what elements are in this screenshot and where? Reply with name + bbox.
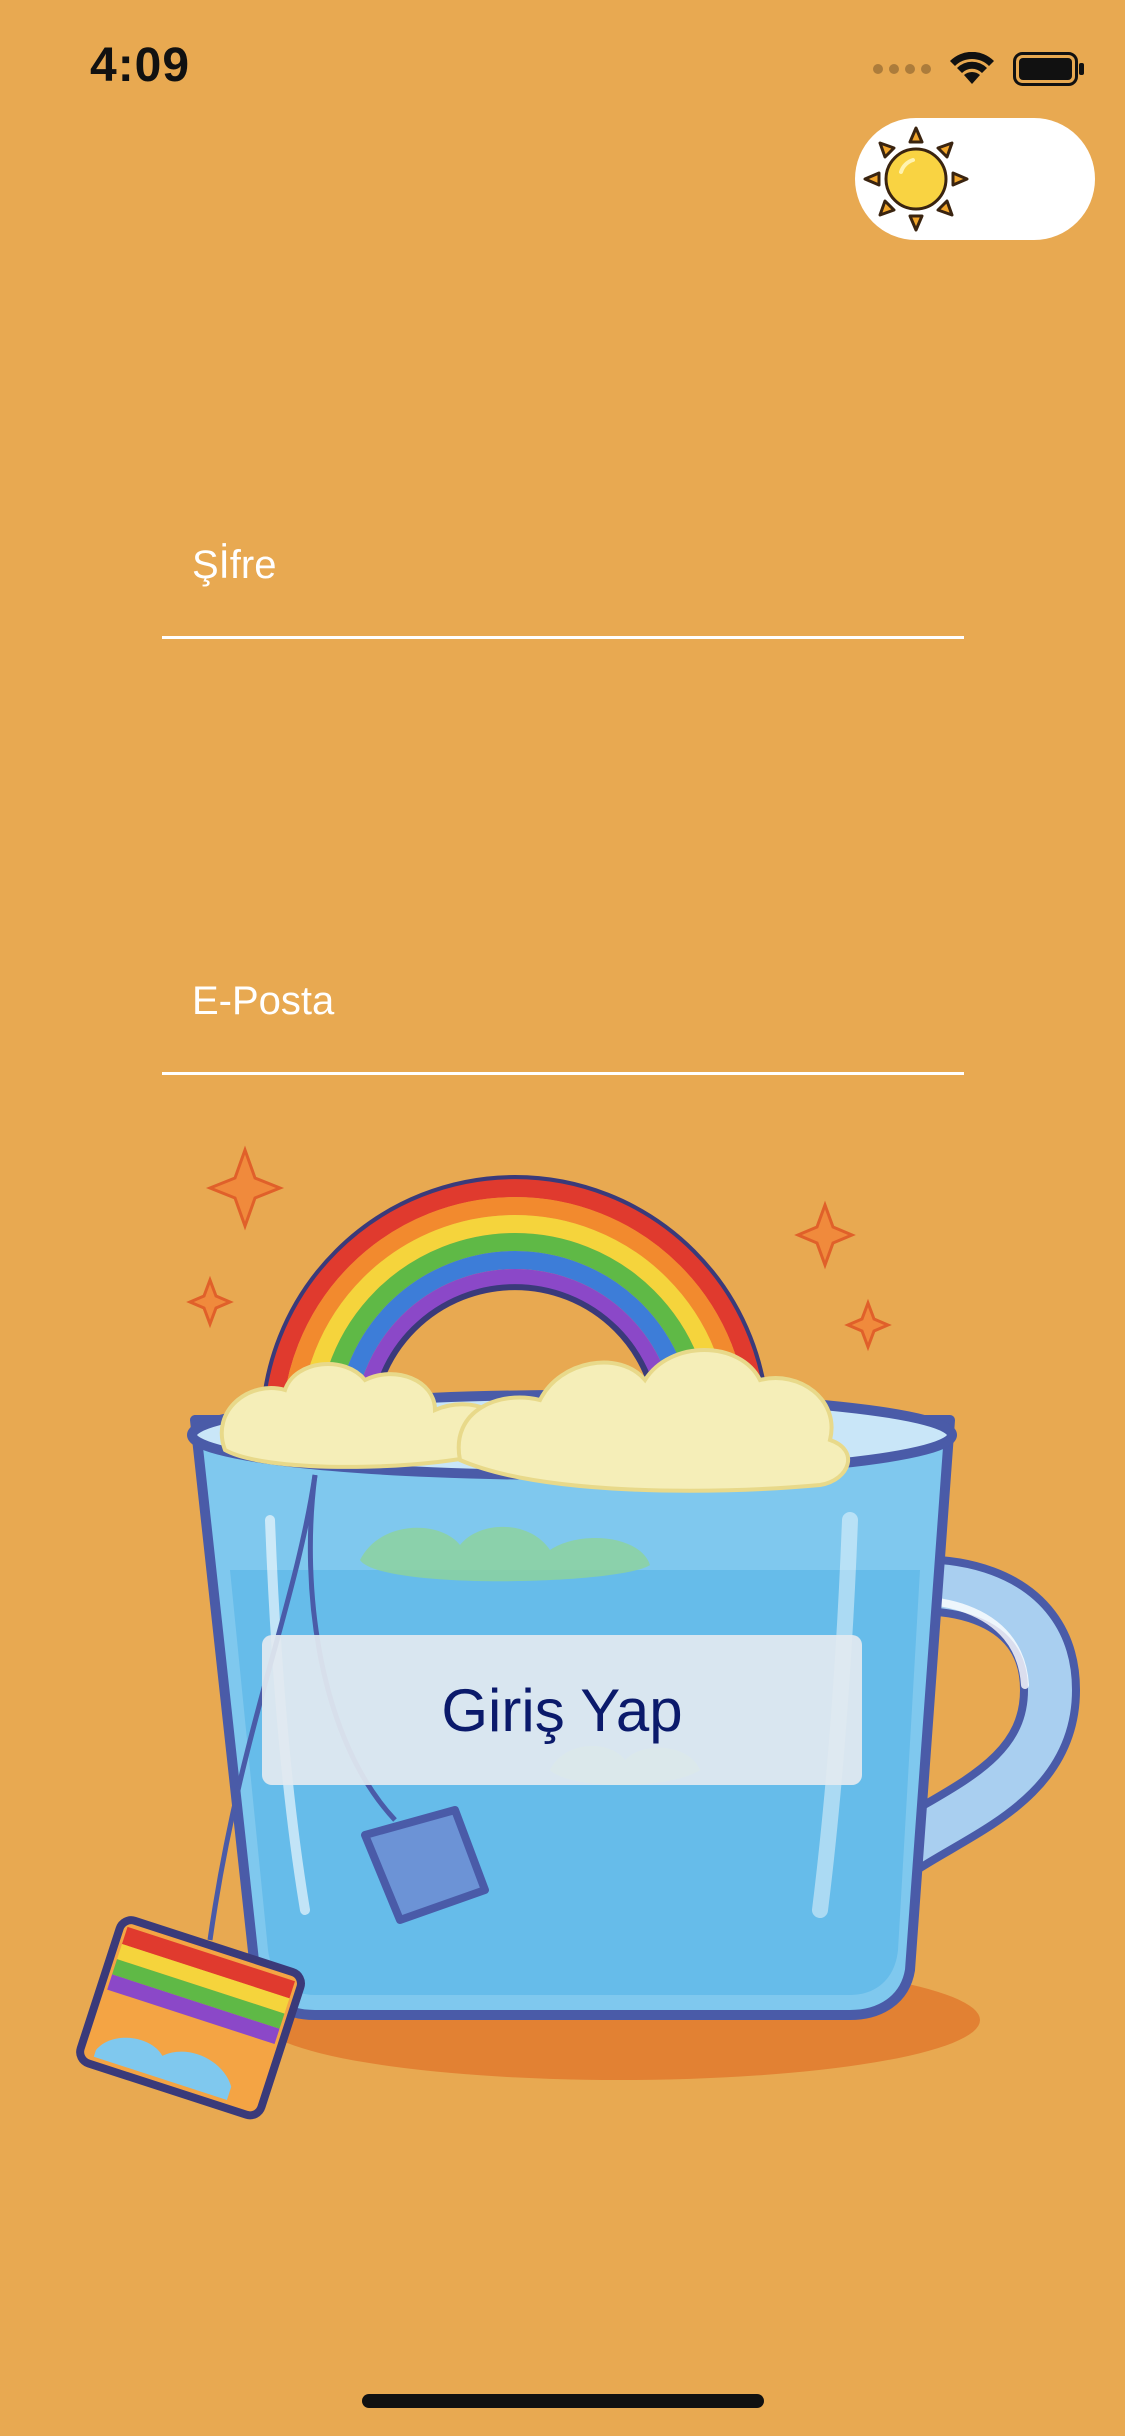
theme-toggle[interactable] [855, 118, 1095, 240]
cellular-signal-icon [873, 64, 931, 74]
sun-icon [863, 126, 969, 232]
status-time: 4:09 [90, 39, 191, 92]
battery-icon [1013, 52, 1084, 86]
wifi-icon [950, 52, 994, 84]
login-button[interactable]: Giriş Yap [262, 1635, 862, 1785]
status-icons [873, 44, 1085, 94]
password-placeholder: Şİfre [192, 543, 277, 587]
home-indicator[interactable] [362, 2394, 764, 2408]
rainbow-tea-cup-illustration [76, 1145, 1081, 2120]
password-field[interactable]: Şİfre [162, 536, 964, 639]
login-screen: 4:09 Şİfre E-Posta Giriş Yap [0, 0, 1125, 2436]
email-field[interactable]: E-Posta [162, 972, 964, 1075]
email-placeholder: E-Posta [192, 979, 335, 1023]
